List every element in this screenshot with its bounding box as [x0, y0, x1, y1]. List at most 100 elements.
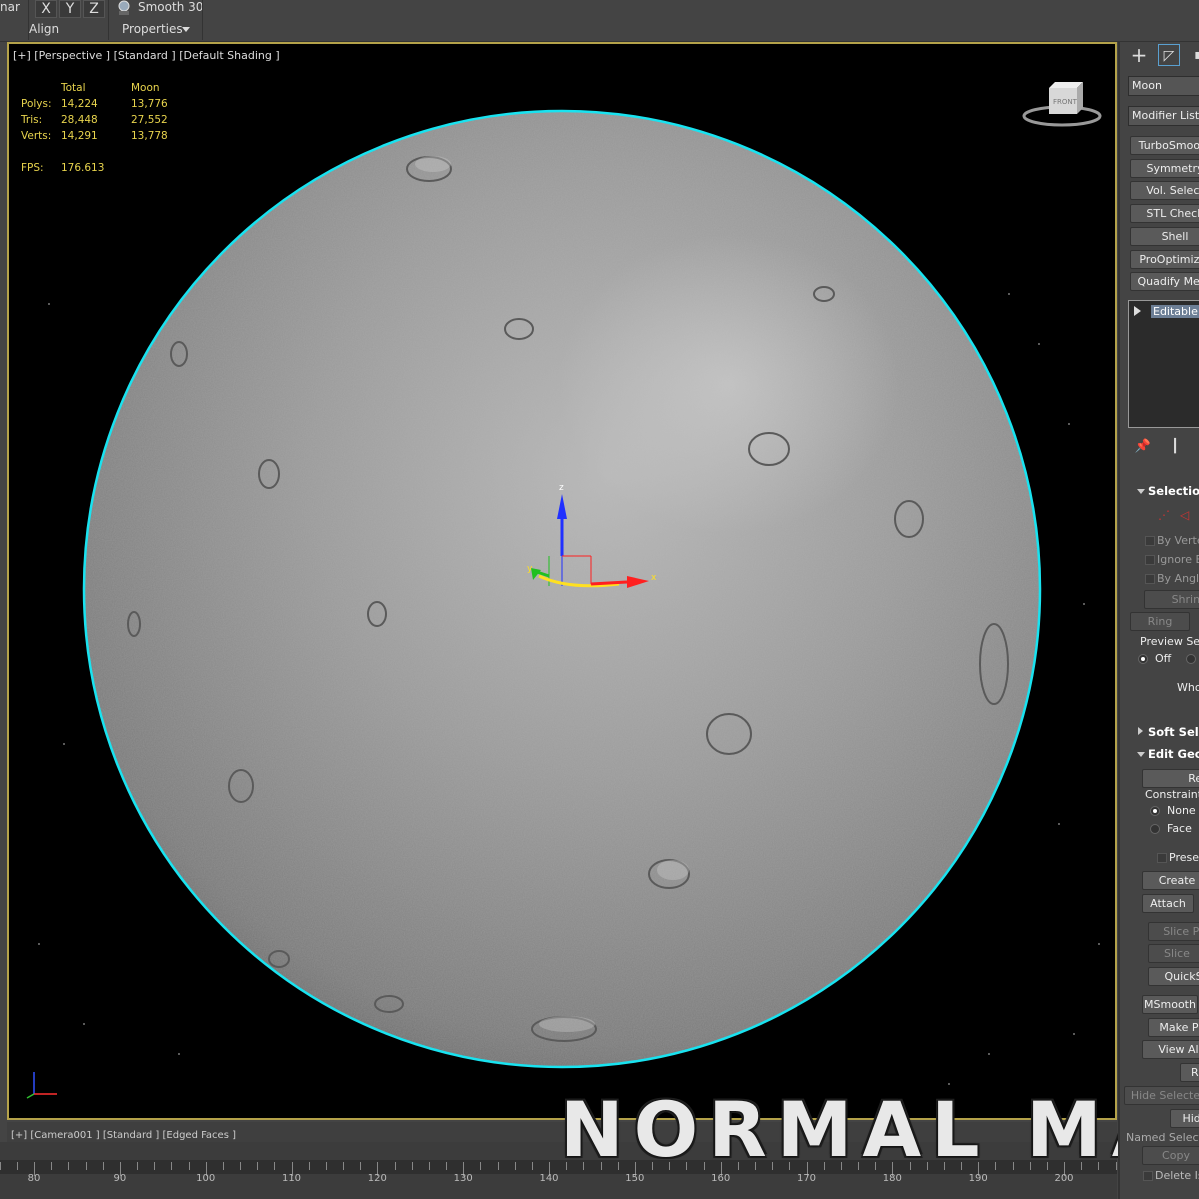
align-group-label: Align	[29, 22, 60, 36]
stats-label-verts: Verts:	[21, 130, 52, 142]
viewcube[interactable]: FRONT	[1019, 80, 1109, 130]
timeline-frame-label: 200	[1054, 1173, 1074, 1184]
timeline-tick	[497, 1162, 499, 1170]
timeline-frame-label: 110	[281, 1173, 302, 1184]
modify-tab-icon[interactable]: ◸	[1158, 44, 1180, 66]
stats-total-verts: 14,291	[61, 130, 98, 142]
stl-check-button[interactable]: STL Check	[1130, 204, 1199, 223]
slice-plane-button[interactable]: Slice Plane	[1148, 922, 1199, 941]
modifier-stack[interactable]: Editable Poly	[1128, 300, 1199, 428]
object-name-field[interactable]: Moon	[1128, 76, 1199, 96]
align-y-button[interactable]: Y	[59, 0, 81, 18]
vertex-subobject-icon[interactable]: ⋰	[1158, 508, 1170, 522]
timeline-tick	[480, 1162, 482, 1170]
grid-align-button[interactable]: Ra	[1180, 1063, 1199, 1082]
create-button[interactable]: Create	[1142, 871, 1199, 890]
constraint-none-label: None	[1167, 804, 1196, 817]
camera-viewport-label[interactable]: [+] [Camera001 ] [Standard ] [Edged Face…	[11, 1130, 236, 1141]
constraint-none-radio[interactable]	[1150, 806, 1160, 816]
hide-selected-button[interactable]: Hide Selected	[1124, 1086, 1199, 1105]
stack-item-editable-poly[interactable]: Editable Poly	[1151, 305, 1199, 318]
stats-fps-value: 176.613	[61, 162, 105, 174]
constraint-face-label: Face	[1167, 822, 1192, 835]
preview-off-radio[interactable]	[1138, 654, 1148, 664]
quadify-mesh-button[interactable]: Quadify Mesh	[1130, 272, 1199, 291]
timeline-tick	[0, 1162, 1, 1170]
align-x-button[interactable]: X	[35, 0, 57, 18]
edge-subobject-icon[interactable]: ◁	[1180, 508, 1189, 522]
timeline-tick	[102, 1162, 104, 1170]
hierarchy-tab-icon[interactable]: ▪	[1188, 44, 1199, 66]
stats-label-polys: Polys:	[21, 98, 52, 110]
align-z-button[interactable]: Z	[83, 0, 105, 18]
gizmo-x-label: x	[651, 573, 657, 583]
timeline-tick	[325, 1162, 327, 1170]
smooth-icon[interactable]	[116, 0, 132, 19]
ignore-backfacing-checkbox[interactable]: Ignore Backfacing	[1145, 553, 1199, 566]
timeline-tick	[16, 1162, 18, 1170]
pin-stack-icon[interactable]: 📌	[1132, 436, 1154, 458]
stats-header-moon: Moon	[131, 82, 160, 94]
timeline-tick	[171, 1162, 173, 1170]
hide-unselected-button[interactable]: Hide	[1170, 1109, 1199, 1128]
timeline-tick	[257, 1162, 259, 1170]
slice-button[interactable]: Slice	[1148, 944, 1199, 963]
viewport-label[interactable]: [+] [Perspective ] [Standard ] [Default …	[13, 49, 280, 62]
shell-button[interactable]: Shell	[1130, 227, 1199, 246]
timeline-frame-label: 80	[27, 1173, 41, 1184]
turbosmooth-button[interactable]: TurboSmooth	[1130, 136, 1199, 155]
preserve-uvs-checkbox[interactable]: Preserve	[1157, 851, 1199, 864]
timeline-tick	[531, 1162, 533, 1170]
named-selections-label: Named Selections	[1126, 1131, 1199, 1144]
timeline-tick	[274, 1162, 276, 1170]
by-vertex-checkbox[interactable]: By Vertex	[1145, 534, 1199, 547]
soft-selection-rollout[interactable]: Soft Selection	[1138, 725, 1199, 739]
copy-button[interactable]: Copy	[1142, 1146, 1199, 1165]
moon-mesh[interactable]	[82, 109, 1042, 1069]
expand-arrow-icon[interactable]	[1134, 306, 1141, 316]
delete-isolated-checkbox[interactable]: Delete Isolated	[1142, 1169, 1199, 1182]
stats-fps-label: FPS:	[21, 162, 44, 174]
constraints-label: Constraints	[1145, 788, 1199, 801]
properties-dropdown[interactable]: Properties	[122, 22, 183, 36]
stats-moon-verts: 13,778	[131, 130, 168, 142]
by-angle-checkbox[interactable]: By Angle	[1145, 572, 1199, 585]
timeline-frame-label: 90	[113, 1173, 127, 1184]
chevron-down-icon[interactable]	[182, 27, 190, 32]
stats-moon-polys: 13,776	[131, 98, 168, 110]
toolbar-fragment-label: nar	[0, 0, 20, 14]
repeat-last-button[interactable]: Repeat	[1142, 769, 1199, 788]
viewcube-front-label: FRONT	[1053, 98, 1078, 106]
attach-button[interactable]: Attach	[1142, 894, 1194, 913]
timeline-frame-label: 150	[625, 1173, 645, 1184]
prooptimizer-button[interactable]: ProOptimizer	[1130, 250, 1199, 269]
msmooth-button[interactable]: MSmooth	[1142, 995, 1198, 1014]
shrink-button[interactable]: Shrink	[1144, 590, 1199, 609]
view-align-button[interactable]: View Align	[1142, 1040, 1199, 1059]
quickslice-button[interactable]: QuickSlice	[1148, 967, 1199, 986]
modifier-list-dropdown[interactable]: Modifier List	[1128, 106, 1199, 126]
timeline-tick	[360, 1162, 362, 1170]
toolbar-separator	[108, 0, 109, 40]
show-end-result-icon[interactable]: ┃	[1164, 436, 1186, 458]
timeline-tick	[68, 1162, 70, 1170]
vol-select-button[interactable]: Vol. Select	[1130, 181, 1199, 200]
smooth-30-button[interactable]: Smooth 30	[138, 0, 203, 14]
stats-label-tris: Tris:	[21, 114, 43, 126]
edit-geometry-rollout[interactable]: Edit Geometry	[1136, 747, 1199, 761]
make-planar-button[interactable]: Make Planar	[1148, 1018, 1199, 1037]
timeline-frame-label: 170	[796, 1173, 817, 1184]
stats-header-total: Total	[61, 82, 86, 94]
preview-subobj-radio[interactable]	[1186, 654, 1196, 664]
timeline-tick	[188, 1162, 190, 1170]
timeline-frame-label: 130	[453, 1173, 473, 1184]
constraint-face-radio[interactable]	[1150, 824, 1160, 834]
ring-button[interactable]: Ring	[1130, 612, 1190, 631]
command-panel: + ◸ ▪ Moon Modifier List TurboSmooth Sym…	[1118, 42, 1199, 1199]
create-tab-icon[interactable]: +	[1128, 44, 1150, 66]
moon-scene[interactable]: z x y	[9, 44, 1117, 1120]
symmetry-button[interactable]: Symmetry	[1130, 159, 1199, 178]
perspective-viewport[interactable]: z x y [+] [Perspective ] [Standard ] [De…	[7, 42, 1117, 1120]
stats-moon-tris: 27,552	[131, 114, 168, 126]
selection-rollout[interactable]: Selection	[1136, 484, 1199, 498]
